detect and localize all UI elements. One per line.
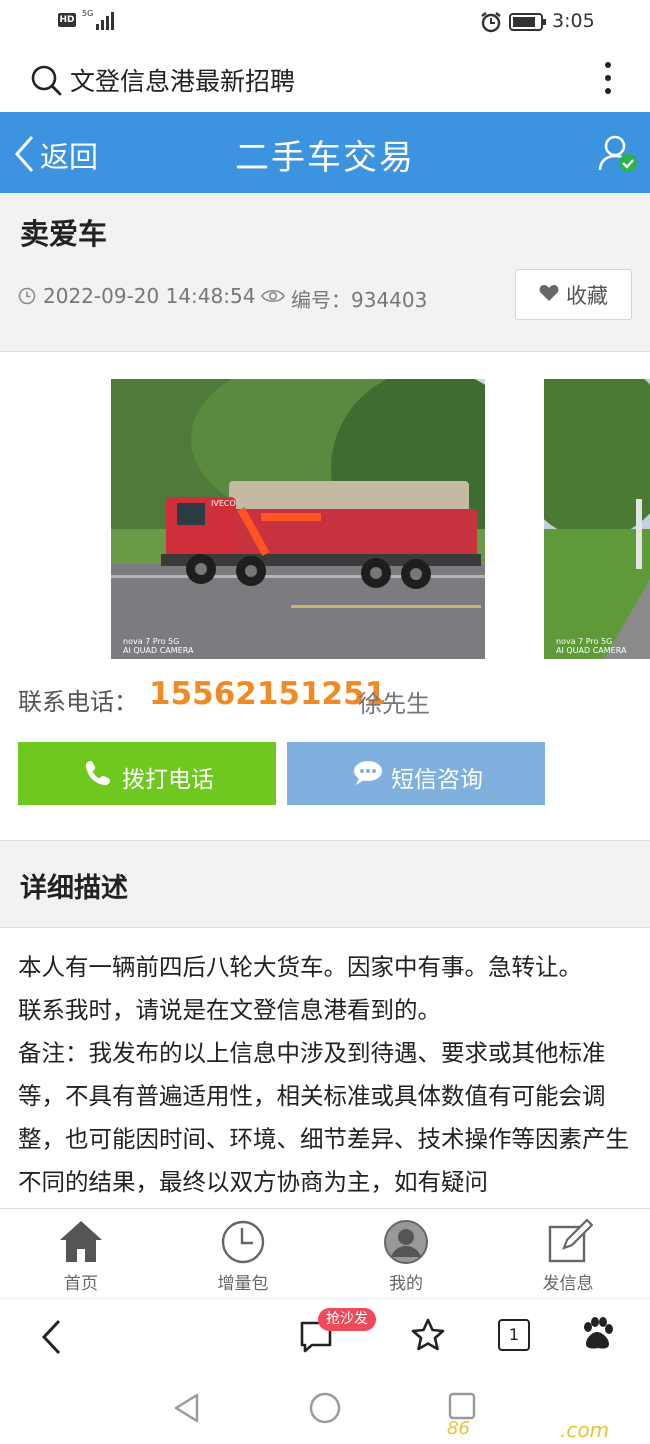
nav-post-label: 发信息: [542, 1274, 594, 1294]
contact-label: 联系电话：: [18, 688, 138, 716]
camera-watermark-line2: AI QUAD CAMERA: [123, 646, 194, 655]
user-avatar-icon: [383, 1219, 429, 1269]
home-icon: [58, 1219, 104, 1267]
search-query[interactable]: 文登信息港最新招聘: [70, 62, 295, 98]
nav-mine-label: 我的: [389, 1274, 423, 1294]
network-gen-label: 5G: [82, 9, 94, 18]
more-menu-icon[interactable]: [598, 60, 618, 96]
watermark-right: .com: [560, 1418, 610, 1442]
nav-home-label: 首页: [64, 1274, 98, 1294]
nav-package[interactable]: 增量包: [162, 1209, 324, 1299]
browser-search-bar[interactable]: 文登信息港最新招聘: [0, 44, 650, 112]
phone-icon: [84, 759, 112, 793]
baidu-paw-icon[interactable]: [580, 1317, 614, 1355]
system-home-icon[interactable]: [309, 1392, 341, 1428]
truck-photo-image: [111, 379, 485, 659]
call-button[interactable]: 拨打电话: [18, 742, 276, 805]
truck-brand-label: IVECO: [211, 499, 236, 508]
search-icon: [30, 64, 62, 100]
description-para-3: 备注：我发布的以上信息中涉及到待遇、要求或其他标准等，不具有普遍适用性，相关标准…: [18, 1039, 629, 1196]
clock-time: 3:05: [552, 10, 595, 32]
alarm-icon: [480, 11, 502, 37]
edit-icon: [547, 1218, 594, 1269]
description-body: 本人有一辆前四后八轮大货车。因家中有事。急转让。 联系我时，请说是在文登信息港看…: [18, 946, 634, 1204]
system-back-icon[interactable]: [172, 1392, 202, 1428]
description-header: 详细描述: [0, 840, 650, 928]
post-id: 编号：934403: [291, 288, 428, 312]
phone-number[interactable]: 15562151251: [149, 676, 386, 712]
page-title: 二手车交易: [235, 138, 415, 178]
camera-watermark-line2-b: AI QUAD CAMERA: [556, 646, 627, 655]
clock-icon: [220, 1219, 266, 1269]
chat-bubble-icon: [353, 760, 383, 792]
watermark-left: 86: [447, 1418, 470, 1439]
nav-mine[interactable]: 我的: [325, 1209, 487, 1299]
call-button-label: 拨打电话: [122, 767, 214, 793]
heart-icon: [539, 284, 559, 306]
description-para-1: 本人有一辆前四后八轮大货车。因家中有事。急转让。: [18, 953, 582, 981]
bookmark-star-icon[interactable]: [410, 1317, 446, 1357]
camera-watermark-line1: nova 7 Pro 5G: [123, 637, 180, 646]
truck-photo[interactable]: IVECO nova 7 Pro 5G AI QUAD CAMERA: [111, 379, 485, 659]
truck-photo-next-image: [544, 379, 650, 659]
promo-badge[interactable]: 抢沙发: [318, 1308, 376, 1331]
section-title: 详细描述: [20, 873, 128, 904]
nav-home[interactable]: 首页: [0, 1209, 162, 1299]
truck-photo-next[interactable]: nova 7 Pro 5G AI QUAD CAMERA: [544, 379, 650, 659]
post-title: 卖爱车: [20, 217, 108, 251]
page-header: 返回 二手车交易: [0, 112, 650, 193]
camera-watermark-2: nova 7 Pro 5G AI QUAD CAMERA: [556, 637, 626, 655]
signal-icon: [96, 12, 116, 30]
views-eye-icon: [261, 288, 285, 308]
clock-icon: [18, 287, 36, 309]
hd-badge: HD: [58, 13, 76, 27]
bottom-nav: 首页 增量包 我的 发信息: [0, 1208, 650, 1299]
tab-count: 1: [508, 1325, 520, 1344]
browser-back-icon[interactable]: [40, 1319, 64, 1359]
camera-watermark-1: nova 7 Pro 5G AI QUAD CAMERA: [123, 637, 193, 655]
nav-package-label: 增量包: [217, 1274, 269, 1294]
system-nav-bar: 86 .com: [0, 1378, 650, 1444]
favorite-button[interactable]: 收藏: [515, 269, 632, 320]
description-para-2: 联系我时，请说是在文登信息港看到的。: [18, 996, 441, 1024]
sms-button[interactable]: 短信咨询: [287, 742, 545, 805]
post-datetime: 2022-09-20 14:48:54: [43, 284, 256, 308]
post-info-panel: 卖爱车 2022-09-20 14:48:54 编号：934403 收藏: [0, 193, 650, 352]
battery-icon: [509, 13, 547, 35]
favorite-label: 收藏: [566, 284, 608, 308]
status-bar: HD 5G 3:05: [0, 0, 650, 44]
user-verified-icon[interactable]: [597, 132, 639, 178]
contact-name: 徐先生: [358, 690, 430, 718]
tabs-icon[interactable]: 1: [498, 1319, 530, 1351]
camera-watermark-line1-b: nova 7 Pro 5G: [556, 637, 613, 646]
sms-button-label: 短信咨询: [391, 767, 483, 793]
nav-post[interactable]: 发信息: [487, 1209, 649, 1299]
